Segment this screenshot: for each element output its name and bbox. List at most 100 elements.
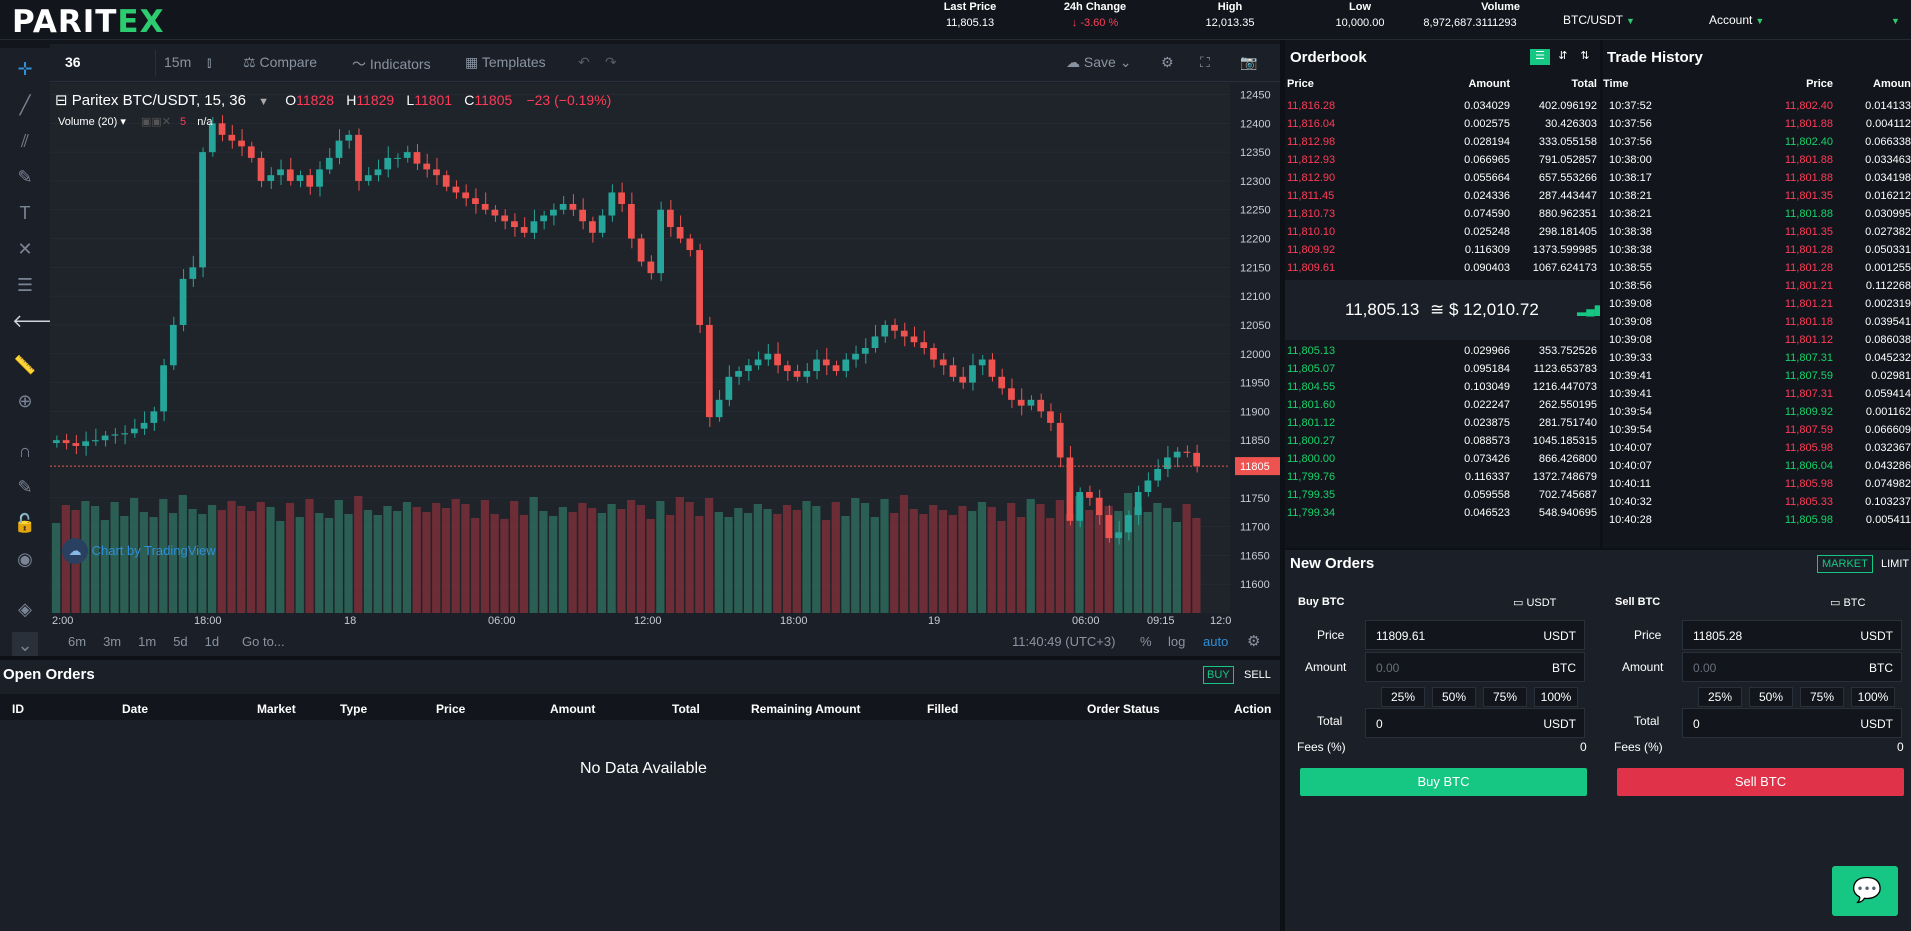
column-header-price[interactable]: Price <box>436 702 465 716</box>
buy-pct-25[interactable]: 25% <box>1381 687 1425 707</box>
collapse-icon[interactable]: ⌄ <box>12 632 38 658</box>
chart-clock[interactable]: 11:40:49 (UTC+3) <box>1012 634 1115 649</box>
tradingview-watermark[interactable]: ☁ Chart by TradingView <box>62 538 216 564</box>
range-button-5d[interactable]: 5d <box>173 634 187 649</box>
chevron-down-icon[interactable]: ▼ <box>258 96 269 108</box>
layers-icon[interactable]: ◈ <box>12 596 38 622</box>
ask-row[interactable]: 11,811.45 0.024336 287.443447 <box>1285 187 1600 205</box>
buy-pct-50[interactable]: 50% <box>1432 687 1476 707</box>
buy-pct-100[interactable]: 100% <box>1534 687 1578 707</box>
range-button-1m[interactable]: 1m <box>138 634 156 649</box>
buy-filter-tab[interactable]: BUY <box>1203 666 1234 684</box>
bid-row[interactable]: 11,804.55 0.103049 1216.447073 <box>1285 378 1600 396</box>
ask-row[interactable]: 11,812.93 0.066965 791.052857 <box>1285 151 1600 169</box>
sell-pct-100[interactable]: 100% <box>1851 687 1895 707</box>
orderbook-bids-icon[interactable]: ⇵ <box>1553 49 1573 65</box>
symbol-search-input[interactable]: 36 <box>65 54 81 70</box>
bid-row[interactable]: 11,801.12 0.023875 281.751740 <box>1285 414 1600 432</box>
chat-button[interactable]: 💬 <box>1832 866 1898 916</box>
eye-icon[interactable]: ◉ <box>12 546 38 572</box>
prediction-icon[interactable]: ☰ <box>12 272 38 298</box>
text-tool-icon[interactable]: T <box>12 200 38 226</box>
templates-button[interactable]: ▦ Templates <box>465 54 546 71</box>
ask-row[interactable]: 11,809.92 0.116309 1373.599985 <box>1285 241 1600 259</box>
ask-row[interactable]: 11,812.98 0.028194 333.055158 <box>1285 133 1600 151</box>
ask-row[interactable]: 11,810.73 0.074590 880.962351 <box>1285 205 1600 223</box>
bid-row[interactable]: 11,801.60 0.022247 262.550195 <box>1285 396 1600 414</box>
camera-icon[interactable]: 📷 <box>1240 54 1257 71</box>
bid-row[interactable]: 11,805.13 0.029966 353.752526 <box>1285 342 1600 360</box>
ask-row[interactable]: 11,812.90 0.055664 657.553266 <box>1285 169 1600 187</box>
chevron-down-icon[interactable]: ▾ <box>120 116 126 128</box>
buy-submit-button[interactable]: Buy BTC <box>1300 768 1587 796</box>
buy-pct-75[interactable]: 75% <box>1483 687 1527 707</box>
column-header-amount[interactable]: Amount <box>550 702 595 716</box>
lock-drawing-icon[interactable]: ✎ <box>12 474 38 500</box>
price-axis[interactable]: 12450 12400 12350 12300 12250 12200 12150 12100… <box>1235 83 1280 613</box>
column-header-date[interactable]: Date <box>122 702 148 716</box>
buy-amount-input[interactable]: 0.00 BTC <box>1365 652 1585 682</box>
redo-icon[interactable]: ↷ <box>605 54 617 71</box>
ask-row[interactable]: 11,809.61 0.090403 1067.624173 <box>1285 259 1600 277</box>
settings-icon[interactable]: ⚙ <box>1247 632 1260 650</box>
crosshair-icon[interactable]: ✛ <box>12 56 38 82</box>
log-toggle[interactable]: log <box>1168 634 1185 649</box>
range-button-1d[interactable]: 1d <box>205 634 219 649</box>
ask-row[interactable]: 11,816.04 0.002575 30.426303 <box>1285 115 1600 133</box>
market-tab[interactable]: MARKET <box>1817 555 1873 573</box>
indicators-button[interactable]: 〜 Indicators <box>352 54 431 74</box>
limit-tab[interactable]: LIMIT <box>1881 555 1909 573</box>
sell-pct-25[interactable]: 25% <box>1698 687 1742 707</box>
percent-toggle[interactable]: % <box>1140 634 1152 649</box>
column-header-remaining-amount[interactable]: Remaining Amount <box>751 702 861 716</box>
save-button[interactable]: ☁ Save ⌄ <box>1066 54 1131 71</box>
ruler-icon[interactable]: 📏 <box>12 352 38 378</box>
sell-filter-tab[interactable]: SELL <box>1244 666 1271 684</box>
arrow-left-icon[interactable]: 🡐 <box>12 308 60 334</box>
range-button-6m[interactable]: 6m <box>68 634 86 649</box>
goto-button[interactable]: Go to... <box>242 634 285 649</box>
bid-row[interactable]: 11,805.07 0.095184 1123.653783 <box>1285 360 1600 378</box>
bid-row[interactable]: 11,799.35 0.059558 702.745687 <box>1285 486 1600 504</box>
settings-icon[interactable]: ⚙ <box>1161 54 1174 71</box>
ask-row[interactable]: 11,810.10 0.025248 298.181405 <box>1285 223 1600 241</box>
column-header-type[interactable]: Type <box>340 702 367 716</box>
sell-pct-50[interactable]: 50% <box>1749 687 1793 707</box>
bid-row[interactable]: 11,799.34 0.046523 548.940695 <box>1285 504 1600 522</box>
sell-total-input[interactable]: 0 USDT <box>1682 708 1902 738</box>
interval-selector[interactable]: 15m <box>164 54 191 70</box>
trend-line-icon[interactable]: ╱ <box>12 92 38 118</box>
chart-canvas[interactable]: ⊟ Paritex BTC/USDT, 15, 36 ▼ O11828 H118… <box>50 83 1230 613</box>
column-header-action[interactable]: Action <box>1234 702 1271 716</box>
account-menu[interactable]: Account ▼ <box>1709 13 1764 27</box>
sell-price-input[interactable]: 11805.28 USDT <box>1682 620 1902 650</box>
legend-controls-icon[interactable]: ▣▣✕ <box>141 116 171 128</box>
buy-price-input[interactable]: 11809.61 USDT <box>1365 620 1585 650</box>
candle-type-icon[interactable]: ⫾ <box>207 54 211 71</box>
paritex-logo[interactable]: PARITEX <box>12 4 165 40</box>
orderbook-asks-icon[interactable]: ⇅ <box>1575 49 1595 65</box>
column-header-order-status[interactable]: Order Status <box>1087 702 1160 716</box>
bid-row[interactable]: 11,800.00 0.073426 866.426800 <box>1285 450 1600 468</box>
menu-dropdown[interactable]: ▼ <box>1888 13 1900 27</box>
column-header-market[interactable]: Market <box>257 702 296 716</box>
magnet-icon[interactable]: ∩ <box>12 438 38 464</box>
pair-selector[interactable]: BTC/USDT ▼ <box>1563 13 1635 27</box>
undo-icon[interactable]: ↶ <box>578 54 590 71</box>
candlestick-chart[interactable] <box>50 83 1230 613</box>
brush-icon[interactable]: ✎ <box>12 164 38 190</box>
bid-row[interactable]: 11,800.27 0.088573 1045.185315 <box>1285 432 1600 450</box>
column-header-total[interactable]: Total <box>672 702 700 716</box>
buy-total-input[interactable]: 0 USDT <box>1365 708 1585 738</box>
pattern-icon[interactable]: ✕ <box>12 236 38 262</box>
range-button-3m[interactable]: 3m <box>103 634 121 649</box>
auto-toggle[interactable]: auto <box>1203 634 1228 649</box>
column-header-filled[interactable]: Filled <box>927 702 958 716</box>
lock-icon[interactable]: 🔓 <box>12 510 38 536</box>
fullscreen-icon[interactable]: ⛶ <box>1200 54 1210 71</box>
ask-row[interactable]: 11,816.28 0.034029 402.096192 <box>1285 97 1600 115</box>
bid-row[interactable]: 11,799.76 0.116337 1372.748679 <box>1285 468 1600 486</box>
sell-amount-input[interactable]: 0.00 BTC <box>1682 652 1902 682</box>
sell-submit-button[interactable]: Sell BTC <box>1617 768 1904 796</box>
compare-button[interactable]: ⚖ Compare <box>243 54 317 71</box>
